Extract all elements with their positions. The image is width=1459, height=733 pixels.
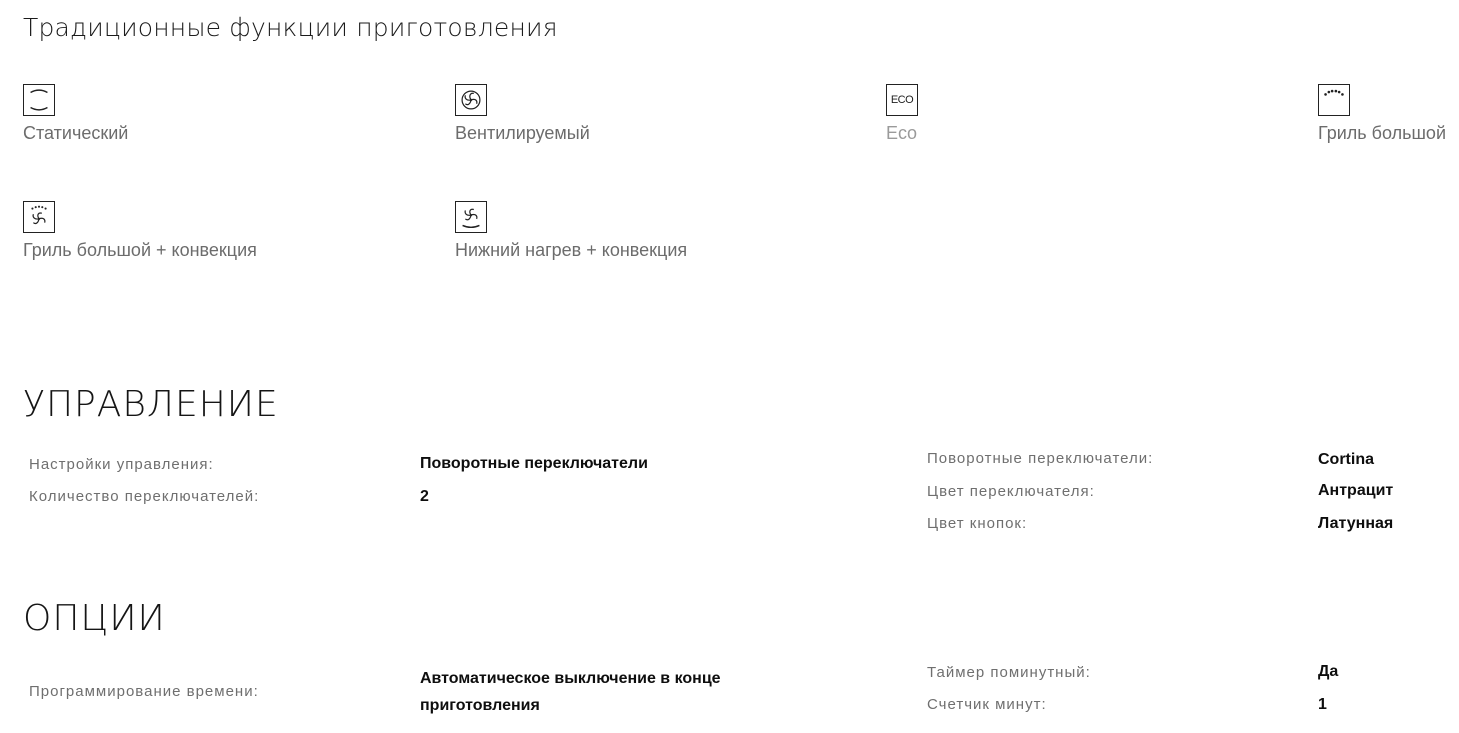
function-label: Гриль большой [1318,123,1446,143]
spec-label-time-programming: Программирование времени: [29,683,259,700]
spec-label-button-color: Цвет кнопок: [927,515,1028,532]
function-label: Eco [886,123,918,143]
spec-value-knobs: Cortina [1318,451,1374,468]
spec-value-control-settings: Поворотные переключатели [420,455,648,472]
spec-label-control-settings: Настройки управления: [29,456,214,473]
control-section-title: УПРАВЛЕНИЕ [23,384,279,425]
function-item-eco: ECO Eco [886,84,1286,144]
static-heat-icon [23,84,55,116]
function-label: Нижний нагрев + конвекция [455,240,688,260]
spec-label-knobs: Поворотные переключатели: [927,450,1154,467]
function-item-large-grill: Гриль большой [1318,84,1459,144]
grill-convection-icon [23,201,55,233]
spec-value-button-color: Латунная [1318,515,1394,532]
options-section-title: ОПЦИИ [23,598,166,639]
functions-section-title: Традиционные функции приготовления [23,13,558,42]
function-item-bottom-heat-convection: Нижний нагрев + конвекция [455,201,855,261]
spec-value-minute-counter: 1 [1318,696,1327,713]
bottom-heat-convection-icon [455,201,487,233]
function-item-grill-convection: Гриль большой + конвекция [23,201,423,261]
function-item-static: Статический [23,84,423,144]
spec-label-knob-count: Количество переключателей: [29,488,260,505]
function-label: Вентилируемый [455,123,590,143]
spec-label-knob-color: Цвет переключателя: [927,483,1095,500]
spec-value-knob-count: 2 [420,488,429,505]
spec-label-minute-counter: Счетчик минут: [927,696,1047,713]
large-grill-icon [1318,84,1350,116]
spec-value-time-programming: Автоматическое выключение в конце пригот… [420,670,721,714]
function-label: Статический [23,123,129,143]
function-item-fan: Вентилируемый [455,84,855,144]
eco-icon: ECO [886,84,918,116]
spec-label-minute-timer: Таймер поминутный: [927,664,1091,681]
spec-value-minute-timer: Да [1318,663,1339,680]
fan-icon [455,84,487,116]
function-label: Гриль большой + конвекция [23,240,257,260]
spec-value-knob-color: Антрацит [1318,482,1394,499]
